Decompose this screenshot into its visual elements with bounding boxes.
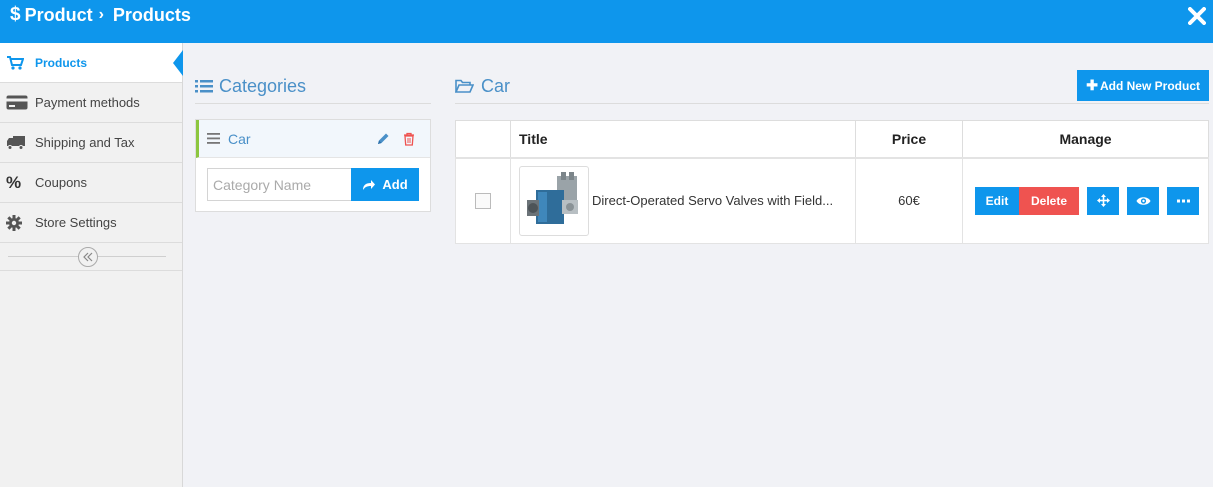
categories-panel: Categories Car Add	[195, 70, 431, 212]
sidebar-item-shipping-and-tax[interactable]: Shipping and Tax	[0, 123, 182, 163]
chevron-right-icon: ›	[98, 6, 104, 23]
products-table: Title Price Manage Direct-Operated Servo…	[455, 120, 1209, 244]
products-header: Car ✚ Add New Product	[455, 70, 1209, 104]
edit-button[interactable]: Edit	[975, 186, 1019, 215]
cart-icon	[6, 55, 28, 71]
move-button[interactable]	[1087, 186, 1119, 215]
sidebar-item-label: Store Settings	[35, 215, 117, 230]
sidebar-item-label: Coupons	[35, 175, 88, 190]
products-panel: Car ✚ Add New Product Title Price Manage	[455, 70, 1209, 244]
select-column-header	[455, 120, 511, 159]
sidebar-item-label: Products	[35, 55, 88, 70]
collapse-sidebar-button[interactable]	[78, 247, 98, 267]
category-name[interactable]: Car	[228, 131, 376, 147]
delete-button[interactable]: Delete	[1019, 186, 1079, 215]
title-cell: Direct-Operated Servo Valves with Field.…	[510, 157, 856, 244]
gear-icon	[6, 214, 28, 231]
close-icon[interactable]	[1188, 7, 1206, 25]
category-list: Car Add	[195, 119, 431, 212]
manage-cell: Edit Delete	[962, 157, 1209, 244]
breadcrumb-current: Products	[112, 4, 191, 25]
table-header-row: Title Price Manage	[455, 120, 1209, 159]
manage-column-header: Manage	[962, 120, 1209, 159]
truck-icon	[6, 135, 28, 151]
product-title-link[interactable]: Direct-Operated Servo Valves with Field.…	[592, 193, 847, 208]
sidebar-item-products[interactable]: Products	[0, 43, 183, 83]
price-cell: 60€	[855, 157, 963, 244]
sidebar-item-label: Shipping and Tax	[35, 135, 135, 150]
folder-open-icon	[455, 79, 474, 94]
eye-icon	[1136, 197, 1150, 205]
credit-card-icon	[6, 95, 28, 111]
plus-icon: ✚	[1086, 77, 1098, 93]
percent-icon: %	[6, 172, 22, 192]
breadcrumb: $ Product › Products	[10, 4, 191, 26]
sidebar: Products Payment methods Shipping and Ta…	[0, 43, 183, 487]
categories-title: Categories	[219, 76, 307, 96]
top-bar: $ Product › Products	[0, 0, 1213, 43]
categories-header: Categories	[195, 70, 431, 104]
add-category-button[interactable]: Add	[351, 168, 419, 201]
list-icon	[195, 79, 213, 94]
table-row: Direct-Operated Servo Valves with Field.…	[455, 157, 1209, 244]
sidebar-item-label: Payment methods	[35, 95, 140, 110]
dollar-icon: $	[10, 4, 21, 25]
share-icon	[363, 179, 376, 190]
sidebar-item-store-settings[interactable]: Store Settings	[0, 203, 182, 243]
category-item[interactable]: Car	[196, 120, 430, 158]
more-options-button[interactable]	[1167, 186, 1199, 215]
title-column-header: Title	[510, 120, 856, 159]
sidebar-collapse-row	[0, 243, 182, 271]
price-column-header: Price	[855, 120, 963, 159]
sidebar-item-payment-methods[interactable]: Payment methods	[0, 83, 182, 123]
view-button[interactable]	[1127, 186, 1159, 215]
add-new-product-label: Add New Product	[1099, 78, 1200, 93]
move-arrows-icon	[1096, 194, 1110, 208]
add-category-label: Add	[382, 177, 408, 192]
ellipsis-icon	[1176, 199, 1190, 203]
add-new-product-button[interactable]: ✚ Add New Product	[1077, 70, 1209, 101]
drag-handle-icon[interactable]	[207, 133, 220, 144]
add-category-row: Add	[196, 158, 430, 211]
sidebar-item-coupons[interactable]: % Coupons	[0, 163, 182, 203]
products-category-title: Car	[481, 76, 511, 96]
select-cell	[455, 157, 511, 244]
pencil-icon[interactable]	[376, 132, 390, 146]
trash-icon[interactable]	[403, 132, 417, 146]
row-checkbox[interactable]	[475, 192, 491, 209]
product-thumbnail[interactable]	[519, 165, 589, 236]
breadcrumb-root[interactable]: Product	[25, 5, 93, 26]
double-chevron-left-icon	[83, 252, 93, 262]
category-name-input[interactable]	[207, 168, 351, 201]
